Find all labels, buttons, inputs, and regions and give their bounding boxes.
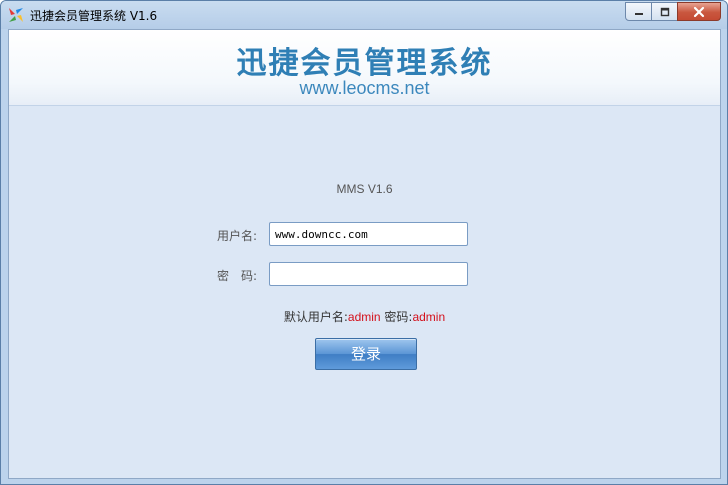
app-logo-icon bbox=[9, 8, 23, 22]
app-window: 迅捷会员管理系统 V1.6 迅捷会员管理系统 www.leocms.net MM… bbox=[0, 0, 728, 485]
hint-prefix: 默认用户名: bbox=[283, 310, 348, 324]
close-button[interactable] bbox=[677, 2, 721, 21]
hint-middle: 密码: bbox=[380, 310, 413, 324]
maximize-icon bbox=[660, 7, 669, 16]
username-input[interactable] bbox=[269, 222, 468, 246]
window-title: 迅捷会员管理系统 V1.6 bbox=[30, 9, 158, 23]
minimize-button[interactable] bbox=[625, 2, 652, 21]
window-controls bbox=[625, 2, 721, 21]
title-bar[interactable]: 迅捷会员管理系统 V1.6 bbox=[1, 1, 727, 29]
login-button[interactable]: 登录 bbox=[315, 338, 417, 370]
maximize-button[interactable] bbox=[651, 2, 678, 21]
password-input[interactable] bbox=[269, 262, 468, 286]
password-label: 密 码: bbox=[217, 269, 258, 283]
version-label: MMS V1.6 bbox=[336, 182, 393, 196]
hint-password: admin bbox=[412, 310, 446, 324]
minimize-icon bbox=[634, 12, 643, 15]
default-credentials-hint: 默认用户名:admin 密码:admin bbox=[9, 308, 720, 325]
hint-username: admin bbox=[347, 310, 381, 324]
close-icon bbox=[693, 6, 705, 17]
username-label: 用户名: bbox=[217, 229, 258, 243]
brand-header: 迅捷会员管理系统 www.leocms.net bbox=[9, 30, 720, 106]
brand-title: 迅捷会员管理系统 bbox=[236, 46, 493, 81]
brand-url: www.leocms.net bbox=[299, 78, 430, 98]
login-panel: 迅捷会员管理系统 www.leocms.net MMS V1.6 用户名: 密 … bbox=[8, 29, 721, 479]
